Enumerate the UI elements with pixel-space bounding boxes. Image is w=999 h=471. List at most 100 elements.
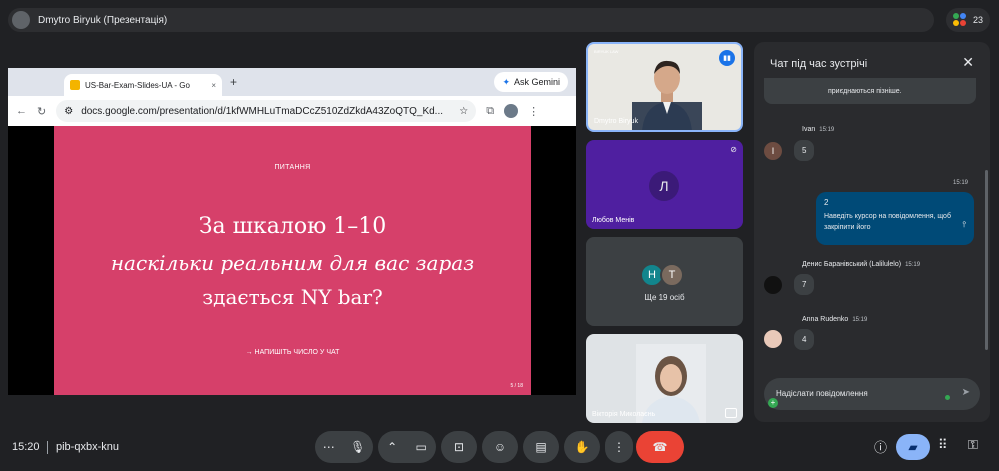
video-tile-speaker[interactable]: BIRYUK LAW ▮▮ Dmytro Biryuk bbox=[586, 42, 743, 132]
window-controls bbox=[16, 76, 64, 96]
speaker-logo: BIRYUK LAW bbox=[594, 49, 619, 54]
close-icon[interactable]: ✕ bbox=[962, 54, 974, 71]
slide: ПИТАННЯ За шкалою 1–10 наскільки реальни… bbox=[54, 126, 531, 395]
system-message: приєднаються пізніше. bbox=[764, 78, 976, 104]
video-tile-participant[interactable]: ⊘ Л Любов Менів bbox=[586, 140, 743, 229]
participant-avatar: Л bbox=[649, 171, 679, 201]
slide-page-number: 5 / 18 bbox=[510, 383, 523, 389]
camera-icon[interactable]: ▭ bbox=[416, 440, 427, 454]
speaking-indicator-icon: ▮▮ bbox=[719, 50, 735, 66]
microphone-icon[interactable]: 🎙 bbox=[350, 440, 365, 454]
mic-control[interactable]: ⋯ 🎙 bbox=[315, 431, 373, 463]
apps-grid-icon[interactable]: ⠿ bbox=[938, 437, 948, 453]
message-sender: Anna Rudenko 15:19 bbox=[802, 316, 867, 323]
sparkle-icon: ✦ bbox=[502, 76, 510, 87]
pin-icon[interactable]: ⫯ bbox=[963, 220, 966, 230]
participants-count: 23 bbox=[972, 15, 983, 25]
presentation-banner[interactable]: Dmytro Biryuk (Презентація) bbox=[8, 8, 934, 32]
own-message-bubble[interactable]: 2 Наведіть курсор на повідомлення, щоб з… bbox=[816, 192, 974, 245]
sender-name: Anna Rudenko bbox=[802, 316, 849, 323]
tile-name-participant: Любов Менів bbox=[592, 217, 635, 224]
extensions-icon[interactable]: ⧉ bbox=[486, 105, 494, 118]
ask-gemini-label: Ask Gemini bbox=[513, 77, 560, 87]
video-tile-others[interactable]: Н Т Ще 19 осіб bbox=[586, 237, 743, 326]
chat-input[interactable]: Надіслати повідомлення + ➤ bbox=[764, 378, 980, 410]
camera-control[interactable]: ⌃ ▭ bbox=[378, 431, 436, 463]
message-sender: Денис Баранівський (Lalilulelo) 15:19 bbox=[802, 261, 920, 268]
meeting-code: pib-qxbx-knu bbox=[56, 441, 119, 453]
tile-name-camera: Вікторія Миколаєнь bbox=[592, 411, 656, 418]
address-bar[interactable]: ⚙ docs.google.com/presentation/d/1kfWMHL… bbox=[56, 100, 477, 122]
message-time: 15:19 bbox=[905, 262, 921, 268]
speaker-video bbox=[632, 60, 702, 130]
reactions-button[interactable]: ☺ bbox=[482, 431, 518, 463]
message-bubble[interactable]: 4 bbox=[794, 329, 815, 350]
slide-question-line-1: За шкалою 1–10 bbox=[198, 214, 387, 239]
end-call-icon: ☎ bbox=[652, 440, 668, 454]
present-icon: ⊡ bbox=[453, 440, 465, 454]
bookmark-star-icon[interactable]: ☆ bbox=[459, 106, 468, 117]
avatar-anna bbox=[764, 330, 782, 348]
slides-icon bbox=[70, 80, 80, 90]
new-tab-icon[interactable]: + bbox=[230, 75, 237, 89]
add-icon[interactable]: + bbox=[768, 398, 778, 408]
chat-input-placeholder: Надіслати повідомлення bbox=[776, 389, 868, 398]
status-dot bbox=[945, 395, 950, 400]
reload-icon[interactable]: ↻ bbox=[37, 105, 46, 118]
more-vertical-icon: ⋮ bbox=[613, 440, 625, 454]
site-info-icon[interactable]: ⚙ bbox=[64, 106, 73, 117]
chat-icon: ▰ bbox=[908, 440, 918, 454]
message-bubble[interactable]: 5 bbox=[794, 140, 815, 161]
chevron-up-icon[interactable]: ⌃ bbox=[387, 440, 397, 454]
hand-icon: ✋ bbox=[574, 440, 590, 454]
slide-question-line-2: наскільки реальним для вас зараз bbox=[110, 251, 475, 275]
slide-call-to-action: → НАПИШІТЬ ЧИСЛО У ЧАТ bbox=[245, 349, 340, 356]
send-icon[interactable]: ➤ bbox=[962, 387, 970, 398]
browser-tab[interactable]: US-Bar-Exam-Slides-UA - Go × bbox=[64, 74, 222, 96]
shared-screen: US-Bar-Exam-Slides-UA - Go × + ✦ Ask Gem… bbox=[8, 68, 576, 395]
chat-panel: Чат під час зустрічі ✕ приєднаються пізн… bbox=[754, 42, 990, 422]
captions-button[interactable]: ▤ bbox=[523, 431, 559, 463]
avatar-denys bbox=[764, 276, 782, 294]
raise-hand-button[interactable]: ✋ bbox=[564, 431, 600, 463]
chat-toggle-button[interactable]: ▰ bbox=[896, 434, 930, 460]
pip-icon[interactable] bbox=[725, 408, 737, 418]
pin-hint: Наведіть курсор на повідомлення, щоб зак… bbox=[824, 213, 951, 231]
clock: 15:20 bbox=[12, 441, 40, 453]
back-icon[interactable]: ← bbox=[16, 105, 27, 117]
browser-tab-strip: US-Bar-Exam-Slides-UA - Go × + ✦ Ask Gem… bbox=[8, 68, 576, 96]
avatar-ivan: I bbox=[764, 142, 782, 160]
participants-icon bbox=[952, 13, 967, 27]
presentation-title: Dmytro Biryuk (Презентація) bbox=[38, 14, 168, 26]
avatar-t: Т bbox=[660, 263, 684, 287]
message-time: 15:19 bbox=[819, 127, 835, 133]
message-bubble[interactable]: 7 bbox=[794, 274, 815, 295]
chat-scrollbar[interactable] bbox=[985, 170, 988, 350]
slide-question-line-3: здається NY bar? bbox=[202, 285, 383, 309]
video-tile-camera[interactable]: Вікторія Миколаєнь bbox=[586, 334, 743, 423]
sender-name: Денис Баранівський (Lalilulelo) bbox=[802, 261, 902, 268]
sender-name: Ivan bbox=[802, 126, 816, 133]
tile-name-speaker: Dmytro Biryuk bbox=[594, 118, 638, 125]
close-tab-icon[interactable]: × bbox=[211, 81, 216, 90]
captions-icon: ▤ bbox=[535, 440, 547, 454]
emoji-icon: ☺ bbox=[493, 440, 507, 454]
present-button[interactable]: ⊡ bbox=[441, 431, 477, 463]
chat-panel-body: Чат під час зустрічі ✕ приєднаються пізн… bbox=[754, 42, 990, 422]
more-audio-icon[interactable]: ⋯ bbox=[323, 440, 335, 454]
others-count-label: Ще 19 осіб bbox=[644, 293, 685, 302]
profile-avatar[interactable] bbox=[504, 104, 519, 118]
leave-call-button[interactable]: ☎ bbox=[636, 431, 684, 463]
mic-off-icon: ⊘ bbox=[730, 145, 737, 154]
info-icon[interactable]: ⓘ bbox=[874, 437, 887, 456]
browser-menu-icon[interactable]: ⋮ bbox=[528, 105, 539, 118]
others-avatars: Н Т bbox=[640, 263, 684, 287]
more-options-button[interactable]: ⋮ bbox=[605, 431, 633, 463]
host-controls-icon[interactable]: ⚿ bbox=[968, 437, 978, 453]
divider bbox=[47, 441, 48, 454]
participants-button[interactable]: 23 bbox=[946, 8, 990, 32]
ask-gemini-button[interactable]: ✦ Ask Gemini bbox=[494, 72, 568, 92]
meet-window: Dmytro Biryuk (Презентація) 23 US-Bar-Ex… bbox=[0, 0, 999, 471]
message-time: 15:19 bbox=[852, 317, 868, 323]
browser-actions: ⧉ ⋮ bbox=[486, 104, 539, 118]
